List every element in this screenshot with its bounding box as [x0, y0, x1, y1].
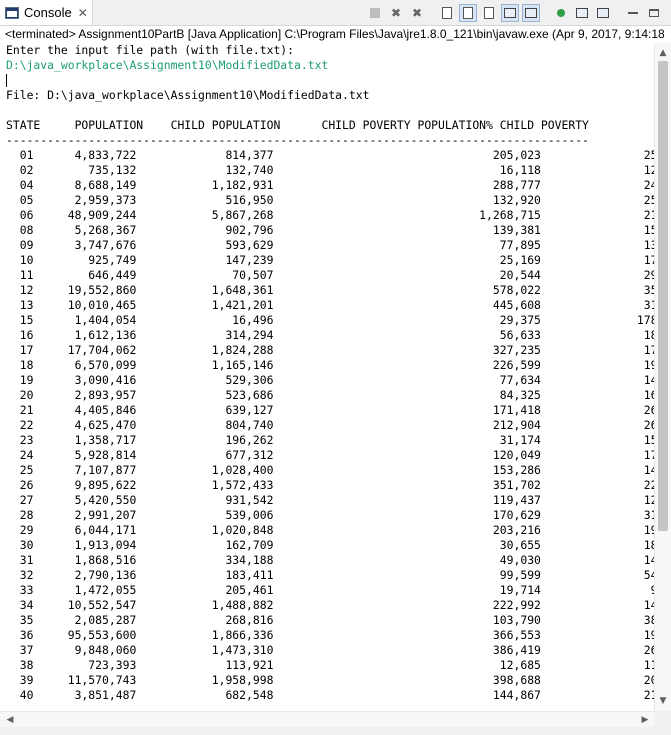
maximize-icon	[649, 9, 659, 17]
vertical-scroll-thumb[interactable]	[658, 61, 668, 531]
scroll-down-icon[interactable]: ▼	[655, 693, 671, 709]
table-row: 06 48,909,244 5,867,268 1,268,715 21.62	[6, 208, 655, 222]
console-output[interactable]: Enter the input file path (with file.txt…	[0, 43, 655, 711]
table-row: 23 1,358,717 196,262 31,174 15.88	[6, 433, 655, 447]
toolbar-separator	[615, 4, 621, 22]
table-row: 38 723,393 113,921 12,685 11.13	[6, 658, 655, 672]
horizontal-scrollbar[interactable]: ◀ ▶	[0, 711, 655, 728]
table-row: 40 3,851,487 682,548 144,867 21.22	[6, 688, 655, 702]
console-icon	[5, 6, 19, 19]
show-on-stderr-button[interactable]	[522, 4, 540, 22]
console-view: Console ✕ ✖ ✖ <terminated> Assignment10Pa…	[0, 0, 671, 735]
display-console-button[interactable]	[573, 4, 591, 22]
open-console-icon	[597, 8, 609, 18]
table-row: 04 8,688,149 1,182,931 288,777 24.41	[6, 178, 655, 192]
input-prompt: Enter the input file path (with file.txt…	[6, 43, 295, 57]
display-console-icon	[576, 8, 588, 18]
scroll-up-icon[interactable]: ▲	[655, 45, 671, 61]
table-row: 32 2,790,136 183,411 99,599 54.30	[6, 568, 655, 582]
table-header: STATE POPULATION CHILD POPULATION CHILD …	[6, 118, 589, 132]
table-row: 01 4,833,722 814,377 205,023 25.18	[6, 148, 655, 162]
table-row: 17 17,704,062 1,824,288 327,235 17.94	[6, 343, 655, 357]
clear-console-icon	[442, 7, 452, 19]
input-caret-line	[6, 73, 655, 88]
table-body: 01 4,833,722 814,377 205,023 25.18 02 73…	[6, 148, 655, 703]
table-row: 13 10,010,465 1,421,201 445,608 31.35	[6, 298, 655, 312]
table-row: 36 95,553,600 1,866,336 366,553 19.64	[6, 628, 655, 642]
toolbar-separator	[543, 4, 549, 22]
minimize-button[interactable]	[624, 4, 642, 22]
table-row: 24 5,928,814 677,312 120,049 17.72	[6, 448, 655, 462]
table-row: 28 2,991,207 539,006 170,629 31.66	[6, 508, 655, 522]
maximize-button[interactable]	[645, 4, 663, 22]
scrollbar-corner	[655, 711, 671, 727]
stop-icon	[370, 8, 380, 18]
table-row: 33 1,472,055 205,461 19,714 9.60	[6, 583, 655, 597]
remove-launch-icon: ✖	[390, 6, 402, 20]
table-row: 20 2,893,957 523,686 84,325 16.10	[6, 388, 655, 402]
scroll-lock-icon	[463, 7, 473, 19]
table-row: 31 1,868,516 334,188 49,030 14.67	[6, 553, 655, 567]
console-tab[interactable]: Console ✕	[0, 0, 93, 25]
table-row: 39 11,570,743 1,958,998 398,688 20.35	[6, 673, 655, 687]
clear-console-button[interactable]	[438, 4, 456, 22]
table-row: 16 1,612,136 314,294 56,633 18.02	[6, 328, 655, 342]
stderr-icon	[525, 8, 537, 18]
remove-all-icon: ✖	[411, 6, 423, 20]
table-row: 21 4,405,846 639,127 171,418 26.82	[6, 403, 655, 417]
view-tab-bar: Console ✕ ✖ ✖	[0, 0, 671, 26]
table-row: 05 2,959,373 516,950 132,920 25.71	[6, 193, 655, 207]
table-row: 26 9,895,622 1,572,433 351,702 22.37	[6, 478, 655, 492]
word-wrap-icon	[484, 7, 494, 19]
terminate-button[interactable]	[366, 4, 384, 22]
table-row: 12 19,552,860 1,648,361 578,022 35.07	[6, 283, 655, 297]
user-input-echo: D:\java_workplace\Assignment10\ModifiedD…	[6, 58, 329, 72]
table-row: 11 646,449 70,507 20,544 29.14	[6, 268, 655, 282]
open-console-button[interactable]	[594, 4, 612, 22]
vertical-scrollbar[interactable]: ▲ ▼	[654, 43, 671, 711]
table-row: 22 4,625,470 804,740 212,904 26.46	[6, 418, 655, 432]
scroll-left-icon[interactable]: ◀	[2, 712, 18, 728]
text-caret	[6, 74, 7, 87]
scroll-right-icon[interactable]: ▶	[637, 712, 653, 728]
table-row: 30 1,913,094 162,709 30,655 18.84	[6, 538, 655, 552]
table-row: 08 5,268,367 902,796 139,381 15.44	[6, 223, 655, 237]
table-row: 25 7,107,877 1,028,400 153,286 14.91	[6, 463, 655, 477]
remove-all-terminated-button[interactable]: ✖	[408, 4, 426, 22]
file-path-line: File: D:\java_workplace\Assignment10\Mod…	[6, 88, 370, 102]
table-row: 34 10,552,547 1,488,882 222,992 14.98	[6, 598, 655, 612]
table-row: 10 925,749 147,239 25,169 17.09	[6, 253, 655, 267]
scroll-lock-button[interactable]	[459, 4, 477, 22]
pin-console-button[interactable]	[552, 4, 570, 22]
table-row: 37 9,848,060 1,473,310 386,419 26.23	[6, 643, 655, 657]
table-row: 02 735,132 132,740 16,118 12.14	[6, 163, 655, 177]
window-bottom-edge	[0, 727, 671, 735]
pin-icon	[557, 9, 565, 17]
toolbar-separator	[429, 4, 435, 22]
table-row: 29 6,044,171 1,020,848 203,216 19.91	[6, 523, 655, 537]
table-row: 15 1,404,054 16,496 29,375 178.07	[6, 313, 655, 327]
remove-launch-button[interactable]: ✖	[387, 4, 405, 22]
process-status: <terminated> Assignment10PartB [Java App…	[5, 27, 667, 41]
table-row: 35 2,085,287 268,816 103,790 38.61	[6, 613, 655, 627]
console-tab-label: Console	[24, 5, 72, 20]
table-row: 27 5,420,550 931,542 119,437 12.82	[6, 493, 655, 507]
minimize-icon	[628, 12, 638, 14]
stdout-icon	[504, 8, 516, 18]
console-toolbar: ✖ ✖	[366, 3, 663, 23]
table-row: 18 6,570,099 1,165,146 226,599 19.45	[6, 358, 655, 372]
close-icon[interactable]: ✕	[78, 6, 88, 20]
show-on-stdout-button[interactable]	[501, 4, 519, 22]
table-rule: ----------------------------------------…	[6, 133, 589, 147]
table-row: 19 3,090,416 529,306 77,634 14.67	[6, 373, 655, 387]
word-wrap-button[interactable]	[480, 4, 498, 22]
table-row: 09 3,747,676 593,629 77,895 13.12	[6, 238, 655, 252]
